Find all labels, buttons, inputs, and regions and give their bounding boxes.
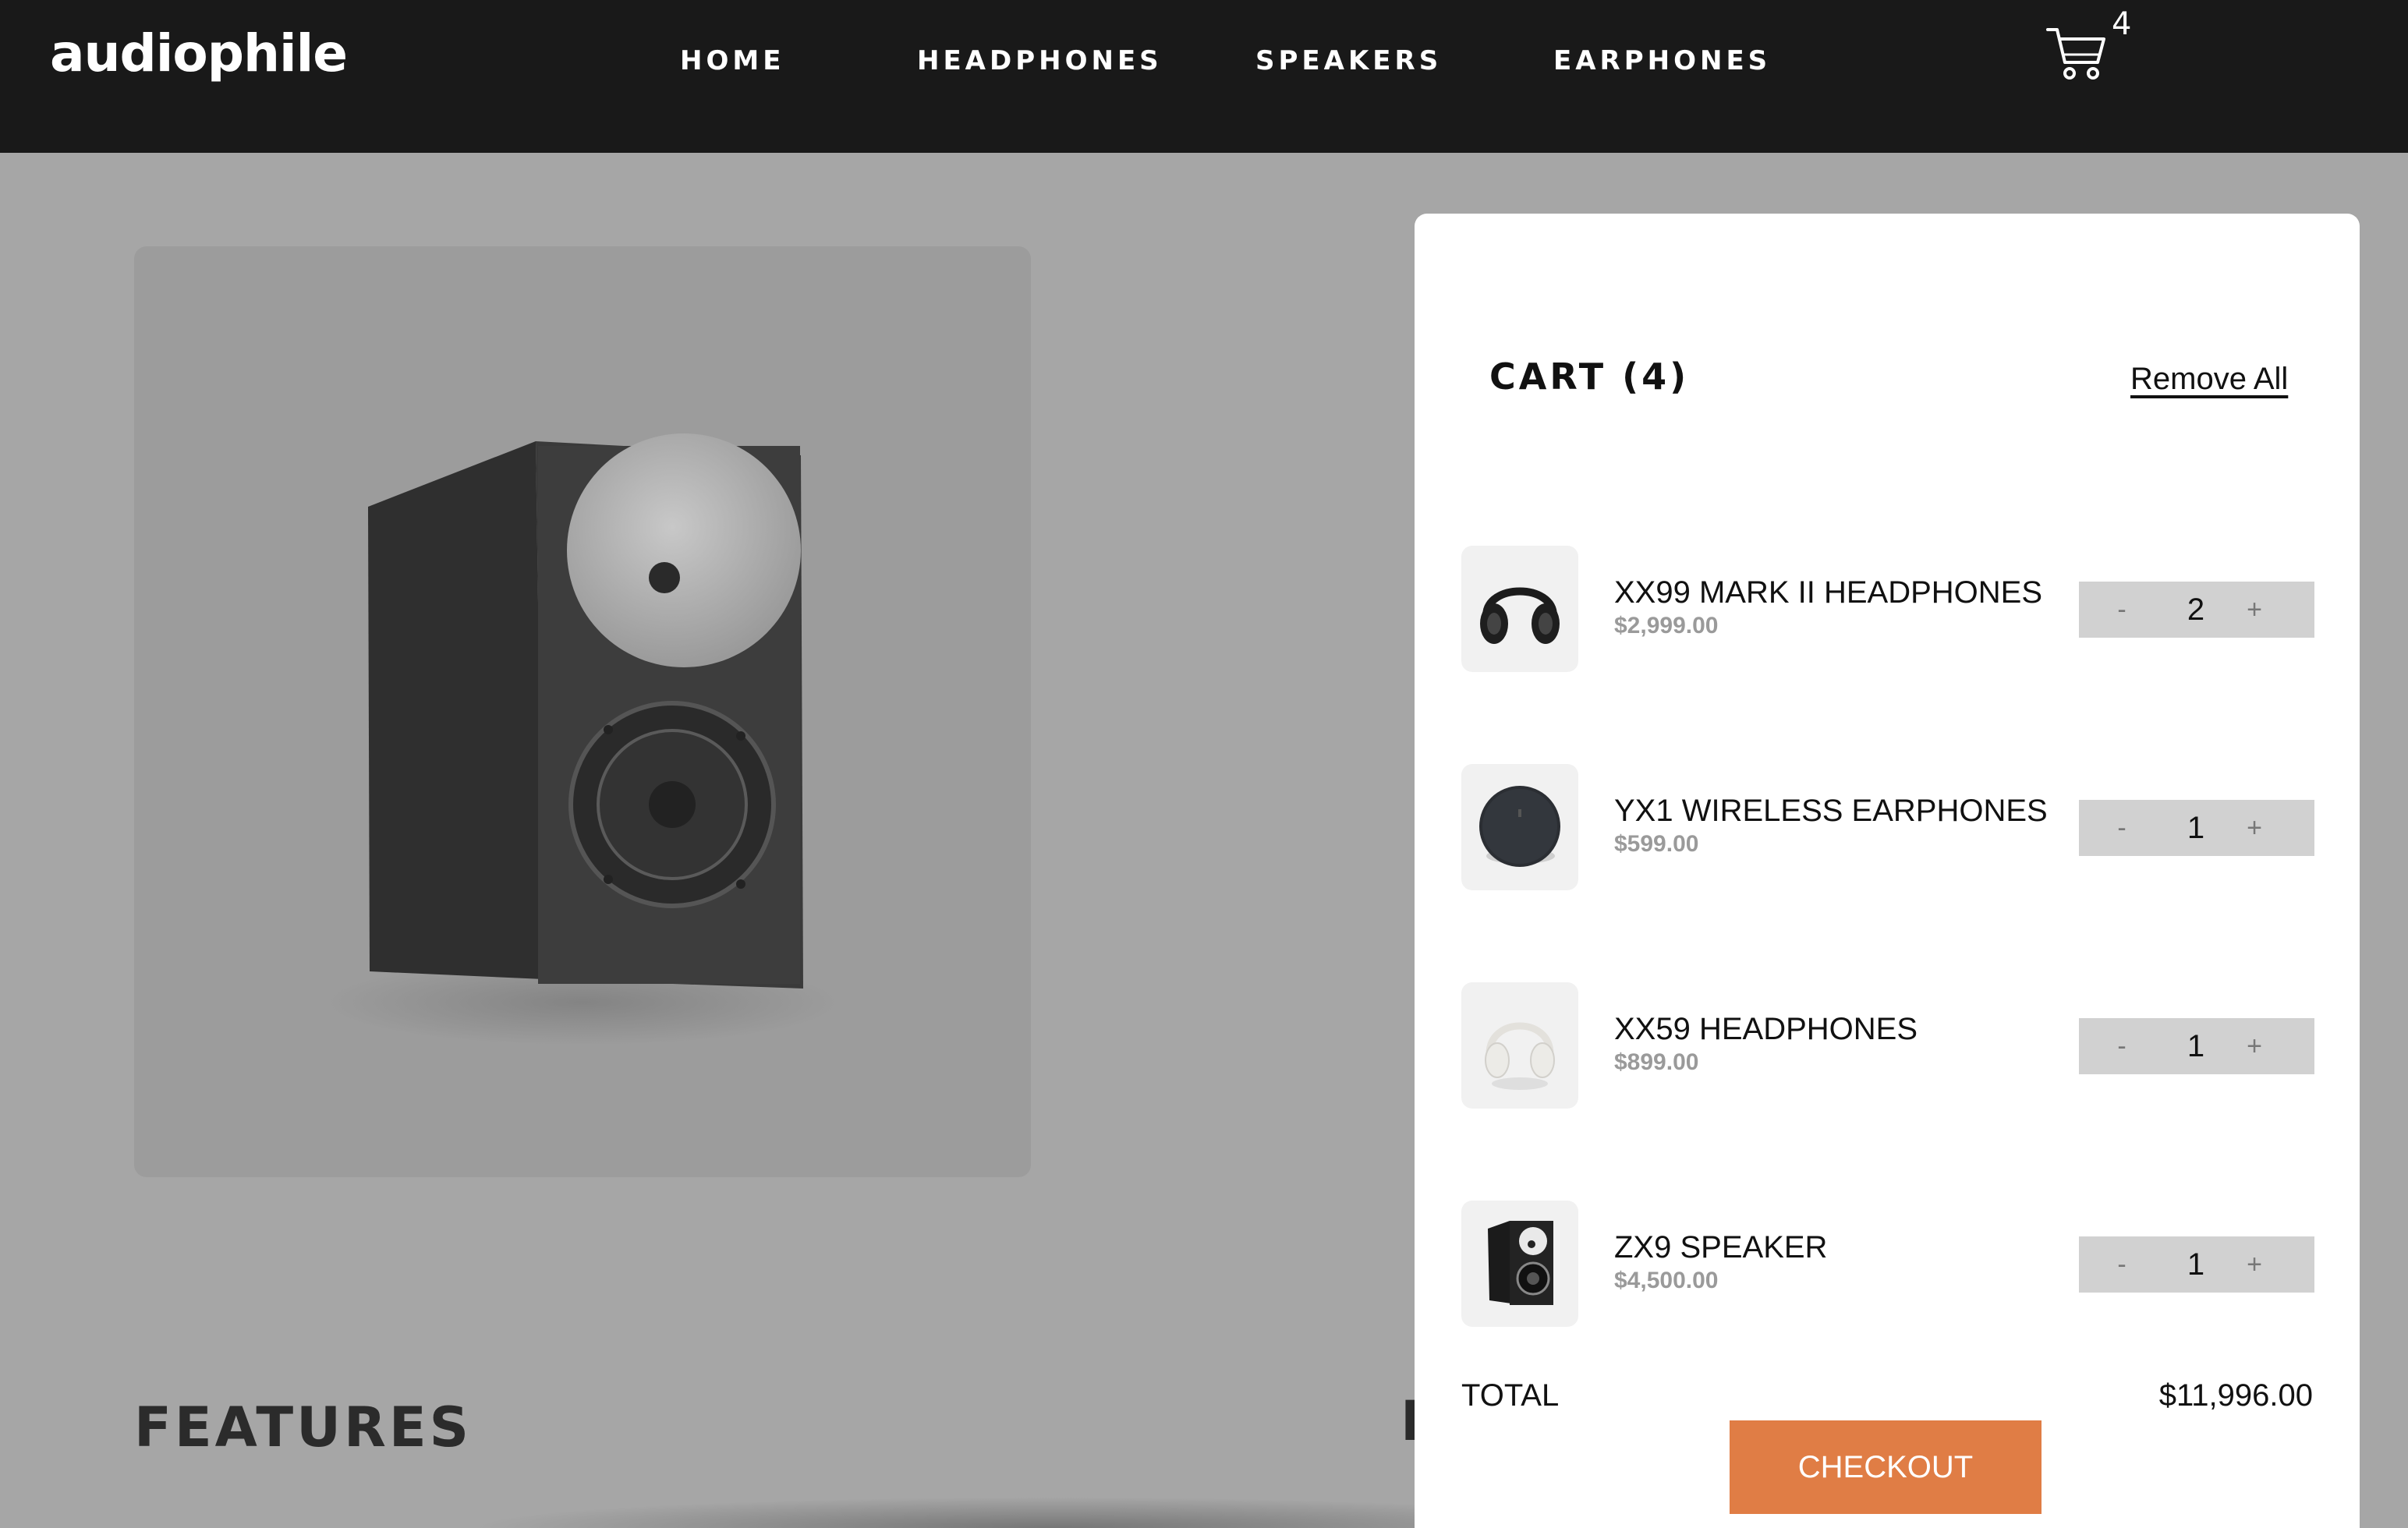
remove-all-button[interactable]: Remove All — [2130, 362, 2288, 397]
increase-quantity-button[interactable]: + — [2227, 800, 2282, 856]
quantity-stepper: - 1 + — [2079, 1236, 2314, 1293]
quantity-value: 1 — [2187, 1029, 2205, 1063]
item-name: XX99 MARK II HEADPHONES — [1614, 575, 2043, 610]
nav-link-speakers[interactable]: SPEAKERS — [1255, 45, 1442, 76]
item-name: YX1 WIRELESS EARPHONES — [1614, 794, 2048, 828]
cart-item: YX1 WIRELESS EARPHONES $599.00 - 1 + — [1461, 764, 2319, 890]
checkout-button[interactable]: CHECKOUT — [1730, 1420, 2041, 1514]
item-price: $4,500.00 — [1614, 1268, 1719, 1293]
quantity-value: 1 — [2187, 1247, 2205, 1282]
cart-item: ZX9 SPEAKER $4,500.00 - 1 + — [1461, 1201, 2319, 1327]
earphones-case-icon — [1461, 764, 1578, 890]
cart-title: CART (4) — [1489, 355, 1690, 398]
top-nav: audiophile HOME HEADPHONES SPEAKERS EARP… — [0, 0, 2408, 153]
cart-item: XX99 MARK II HEADPHONES $2,999.00 - 2 + — [1461, 546, 2319, 672]
decrease-quantity-button[interactable]: - — [2095, 582, 2149, 638]
item-price: $599.00 — [1614, 831, 1699, 857]
product-image — [134, 246, 1031, 1177]
quantity-value: 1 — [2187, 811, 2205, 845]
item-price: $899.00 — [1614, 1049, 1699, 1075]
item-name: XX59 HEADPHONES — [1614, 1012, 1918, 1046]
total-label: TOTAL — [1461, 1378, 1560, 1413]
increase-quantity-button[interactable]: + — [2227, 1018, 2282, 1074]
quantity-value: 2 — [2187, 592, 2205, 627]
speaker-icon — [1461, 1201, 1578, 1327]
quantity-stepper: - 2 + — [2079, 582, 2314, 638]
quantity-stepper: - 1 + — [2079, 1018, 2314, 1074]
headphones-white-icon — [1461, 982, 1578, 1109]
cart-item: XX59 HEADPHONES $899.00 - 1 + — [1461, 982, 2319, 1109]
headphones-icon — [1461, 546, 1578, 672]
nav-link-headphones[interactable]: HEADPHONES — [917, 45, 1163, 76]
cart-count-badge: 4 — [2112, 6, 2132, 42]
increase-quantity-button[interactable]: + — [2227, 582, 2282, 638]
total-value: $11,996.00 — [2158, 1378, 2313, 1413]
decrease-quantity-button[interactable]: - — [2095, 1236, 2149, 1293]
logo[interactable]: audiophile — [50, 23, 348, 83]
decrease-quantity-button[interactable]: - — [2095, 800, 2149, 856]
decrease-quantity-button[interactable]: - — [2095, 1018, 2149, 1074]
cart-icon[interactable] — [2045, 22, 2107, 84]
item-name: ZX9 SPEAKER — [1614, 1230, 1828, 1264]
speaker-image — [325, 433, 840, 1045]
quantity-stepper: - 1 + — [2079, 800, 2314, 856]
item-price: $2,999.00 — [1614, 613, 1719, 638]
nav-link-home[interactable]: HOME — [680, 45, 784, 76]
features-heading: FEATURES — [134, 1395, 473, 1459]
cart-modal: CART (4) Remove All XX99 MARK II HEADPHO… — [1415, 214, 2360, 1528]
nav-link-earphones[interactable]: EARPHONES — [1553, 45, 1771, 76]
increase-quantity-button[interactable]: + — [2227, 1236, 2282, 1293]
